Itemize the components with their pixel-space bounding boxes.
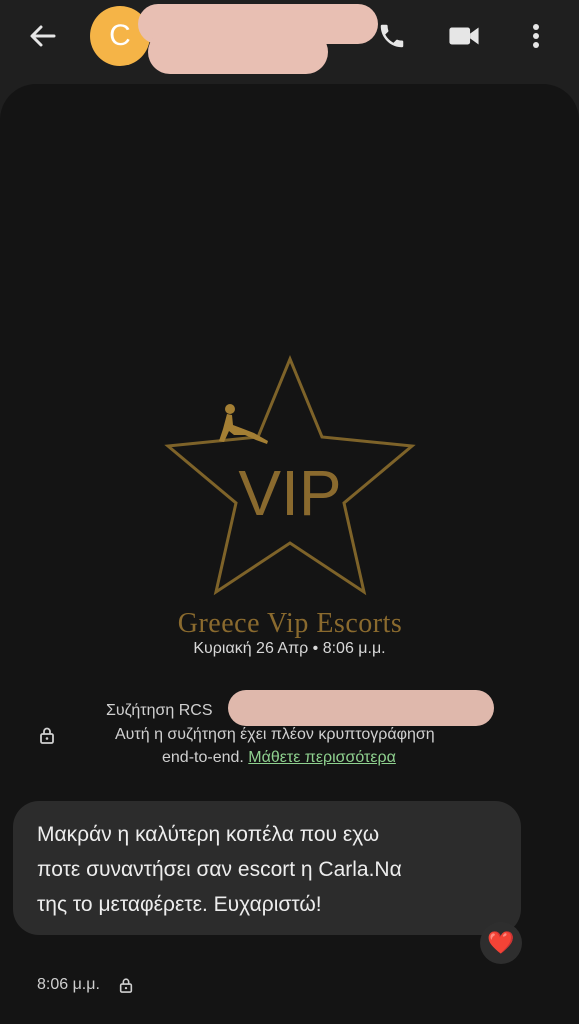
- rcs-notice-text-end: end-to-end. Μάθετε περισσότερα: [162, 749, 396, 767]
- vip-logo-image[interactable]: VIP: [150, 345, 430, 645]
- more-vert-icon[interactable]: [516, 16, 556, 56]
- rcs-notice-title: Συζήτηση RCS: [106, 702, 213, 719]
- top-app-bar: C: [0, 0, 579, 74]
- message-bubble[interactable]: Μακράν η καλύτερη κοπέλα που εχω ποτε συ…: [13, 801, 521, 935]
- reaction-glyph: ❤️: [487, 930, 515, 955]
- logo-brand-text: Greece Vip Escorts: [177, 608, 403, 639]
- learn-more-link[interactable]: Μάθετε περισσότερα: [248, 749, 396, 766]
- phone-icon[interactable]: [372, 16, 412, 56]
- date-stamp: Κυριακή 26 Απρ • 8:06 μ.μ.: [193, 640, 386, 657]
- video-call-icon[interactable]: [444, 16, 484, 56]
- message-line: Μακράν η καλύτερη κοπέλα που εχω: [37, 823, 380, 846]
- phone-number-redaction: [228, 690, 494, 726]
- message-text: Μακράν η καλύτερη κοπέλα που εχω ποτε συ…: [37, 817, 507, 922]
- rcs-notice-e2e: end-to-end.: [162, 749, 244, 766]
- message-line: ποτε συναντήσει σαν escort η Carla.Να: [37, 858, 402, 881]
- rcs-notice-text: Αυτή η συζήτηση έχει πλέον κρυπτογράφηση: [115, 726, 435, 743]
- contact-name-redaction: [148, 30, 328, 74]
- lock-icon: [38, 726, 56, 744]
- message-timestamp: 8:06 μ.μ.: [37, 976, 100, 993]
- back-arrow-icon[interactable]: [24, 18, 60, 54]
- heart-reaction-icon[interactable]: ❤️: [480, 922, 522, 964]
- message-line: της το μεταφέρετε. Ευχαριστώ!: [37, 893, 322, 916]
- lock-icon: [118, 977, 134, 993]
- logo-vip-text: VIP: [238, 457, 341, 529]
